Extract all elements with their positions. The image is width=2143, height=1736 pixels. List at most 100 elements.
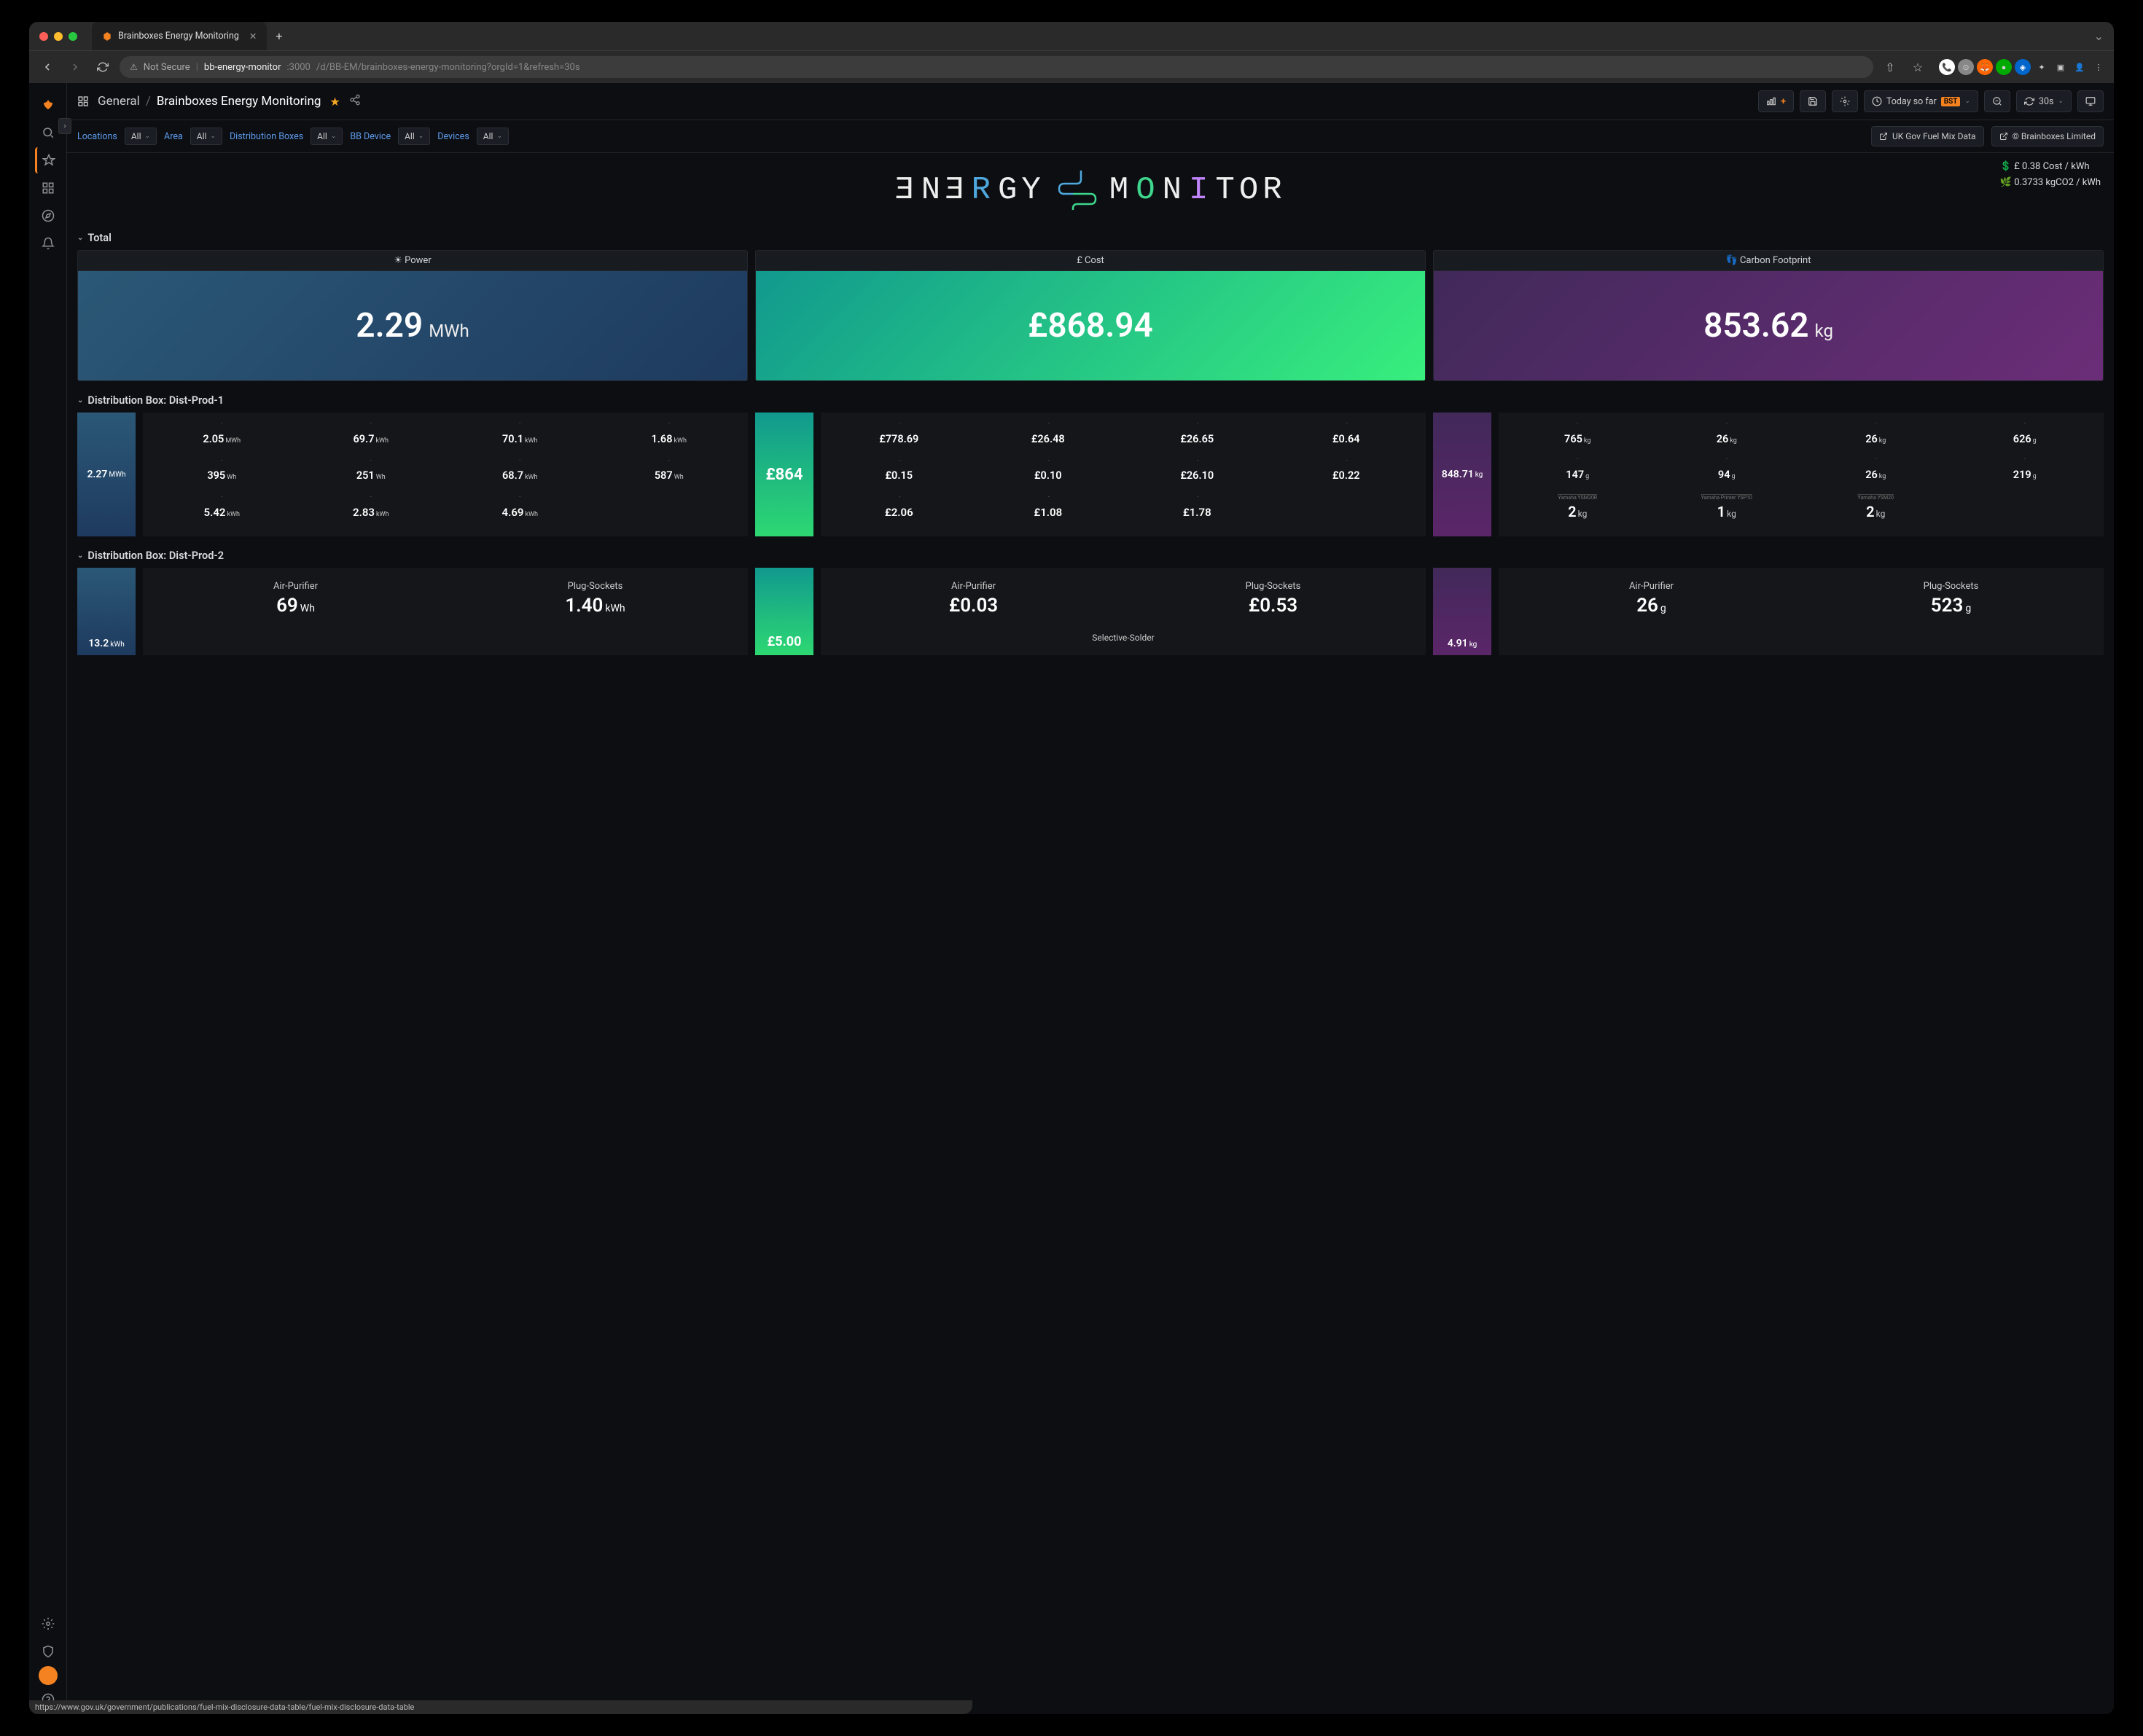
tabs-chevron-icon[interactable]: ⌄ (2094, 29, 2104, 43)
stat-cell: 587Wh (596, 458, 743, 491)
var-select-devices[interactable]: All⌄ (477, 128, 509, 145)
row-header-total[interactable]: ⌄Total (67, 226, 2114, 250)
var-label-locations: Locations (77, 131, 117, 142)
alerting-icon[interactable] (35, 230, 61, 257)
breadcrumb[interactable]: General / Brainboxes Energy Monitoring (98, 94, 321, 109)
tab-title: Brainboxes Energy Monitoring (118, 31, 239, 42)
address-bar[interactable]: ⚠ Not Secure | bb-energy-monitor:3000/d/… (120, 56, 1873, 78)
sidebar-expand-icon[interactable]: › (58, 118, 71, 134)
stat-cell: £0.15 (827, 458, 973, 491)
reload-button[interactable] (92, 56, 114, 78)
stat-cell: 68.7kWh (447, 458, 593, 491)
dist2-cost-grid[interactable]: Air-Purifier£0.03 Plug-Sockets£0.53 Sele… (821, 568, 1426, 655)
minimize-window-icon[interactable] (54, 32, 63, 41)
configuration-gear-icon[interactable] (35, 1611, 61, 1637)
row-header-dist1[interactable]: ⌄Distribution Box: Dist-Prod-1 (67, 388, 2114, 413)
extension-icon[interactable]: 🦊 (1977, 59, 1993, 75)
zoom-out-button[interactable] (1984, 90, 2010, 112)
search-icon[interactable] (35, 120, 61, 146)
dashboard-grid-icon (77, 95, 89, 107)
dist1-carbon-grid[interactable]: 765kg 26kg 26kg 626g 147g 94g 26kg 219gY… (1499, 413, 2104, 536)
dist1-power-grid[interactable]: 2.05MWh 69.7kWh 70.1kWh 1.68kWh 395Wh 25… (143, 413, 748, 536)
stat-cell: £26.48 (976, 421, 1123, 454)
panel-cost[interactable]: £ Cost £868.94 (755, 250, 1426, 381)
user-avatar-icon[interactable] (39, 1666, 58, 1685)
panel-carbon[interactable]: 👣 Carbon Footprint 853.62kg (1433, 250, 2104, 381)
dist2-carbon-total[interactable]: 4.91kg (1433, 568, 1491, 655)
dist1-power-total[interactable]: 2.27MWh (77, 413, 136, 536)
maximize-window-icon[interactable] (69, 32, 77, 41)
explore-icon[interactable] (35, 203, 61, 229)
stat-cell: 26kg (1803, 457, 1949, 488)
stat-cell: Yamaha Printer YSP101kg (1654, 493, 1800, 528)
forward-button[interactable] (64, 56, 86, 78)
var-select-bbdevice[interactable]: All⌄ (398, 128, 430, 145)
favorite-star-icon[interactable]: ★ (329, 95, 340, 109)
not-secure-label: Not Secure (144, 62, 190, 73)
stat-cell: £2.06 (827, 495, 973, 528)
link-brainboxes[interactable]: © Brainboxes Limited (1991, 126, 2104, 146)
stat-cell: £778.69 (827, 421, 973, 454)
extension-icon[interactable]: ● (1996, 59, 2012, 75)
var-select-locations[interactable]: All⌄ (125, 128, 157, 145)
dist1-cost-total[interactable]: £864 (755, 413, 813, 536)
extension-icon[interactable]: ▣ (2053, 59, 2069, 75)
window-controls[interactable] (39, 32, 77, 41)
cycle-view-button[interactable] (2077, 90, 2104, 112)
stat-cell: 69.7kWh (298, 421, 445, 454)
stat-cell: £26.65 (1125, 421, 1271, 454)
stat-cell: 765kg (1504, 421, 1651, 453)
time-picker-button[interactable]: Today so farBST⌄ (1864, 90, 1978, 112)
grafana-favicon-icon (102, 31, 112, 42)
dist2-power-total[interactable]: 13.2kWh (77, 568, 136, 655)
stat-cell: £0.10 (976, 458, 1123, 491)
dashboard-settings-button[interactable] (1832, 90, 1858, 112)
dist2-cost-total[interactable]: £5.00 (755, 568, 813, 655)
stat-cell: 94g (1654, 457, 1800, 488)
star-icon[interactable] (35, 147, 61, 173)
admin-shield-icon[interactable] (35, 1638, 61, 1665)
link-fuel-mix[interactable]: UK Gov Fuel Mix Data (1871, 126, 1984, 146)
bookmark-star-icon[interactable]: ☆ (1907, 56, 1929, 78)
dashboards-icon[interactable] (35, 175, 61, 201)
dist2-carbon-grid[interactable]: Air-Purifier26g Plug-Sockets523g (1499, 568, 2104, 655)
panel-power[interactable]: ☀ Power 2.29MWh (77, 250, 748, 381)
stat-cell: £26.10 (1125, 458, 1271, 491)
var-label-area: Area (164, 131, 183, 142)
stat-cell: Yamaha YSM202kg (1803, 493, 1949, 528)
extension-icon[interactable]: ⊙ (1958, 59, 1974, 75)
browser-tab[interactable]: Brainboxes Energy Monitoring ✕ (92, 22, 267, 50)
var-select-area[interactable]: All⌄ (190, 128, 222, 145)
extensions-puzzle-icon[interactable]: ✦ (2034, 59, 2050, 75)
browser-menu-icon[interactable]: ⋮ (2091, 59, 2107, 75)
grafana-logo-icon[interactable] (35, 92, 61, 118)
add-panel-button[interactable]: + (1758, 90, 1794, 112)
url-host: bb-energy-monitor (204, 62, 281, 73)
extension-icon[interactable]: ◈ (2015, 59, 2031, 75)
var-select-distboxes[interactable]: All⌄ (311, 128, 343, 145)
var-label-distboxes: Distribution Boxes (230, 131, 303, 142)
stat-cell: £1.08 (976, 495, 1123, 528)
stat-cell: £1.78 (1125, 495, 1271, 528)
extension-icon[interactable]: 📞 (1939, 59, 1955, 75)
new-tab-button[interactable]: + (276, 29, 282, 43)
save-dashboard-button[interactable] (1800, 90, 1826, 112)
dist1-carbon-total[interactable]: 848.71kg (1433, 413, 1491, 536)
share-icon[interactable] (349, 94, 361, 109)
stat-cell: 1.68kWh (596, 421, 743, 454)
dist2-power-grid[interactable]: Air-Purifier69Wh Plug-Sockets1.40kWh (143, 568, 748, 655)
close-window-icon[interactable] (39, 32, 48, 41)
close-tab-icon[interactable]: ✕ (249, 31, 257, 42)
stat-cell: 70.1kWh (447, 421, 593, 454)
back-button[interactable] (36, 56, 58, 78)
stat-cell: 2.05MWh (149, 421, 295, 454)
stat-cell: 5.42kWh (149, 495, 295, 528)
row-header-dist2[interactable]: ⌄Distribution Box: Dist-Prod-2 (67, 544, 2114, 568)
var-label-devices: Devices (437, 131, 469, 142)
dist1-cost-grid[interactable]: £778.69 £26.48 £26.65 £0.64 £0.15 £0.10 … (821, 413, 1426, 536)
profile-avatar-icon[interactable]: 👤 (2072, 59, 2088, 75)
refresh-button[interactable]: 30s⌄ (2016, 90, 2072, 112)
stat-cell: Yamaha YSM20R2kg (1504, 493, 1651, 528)
share-button[interactable]: ⇧ (1879, 56, 1901, 78)
stat-cell: 395Wh (149, 458, 295, 491)
